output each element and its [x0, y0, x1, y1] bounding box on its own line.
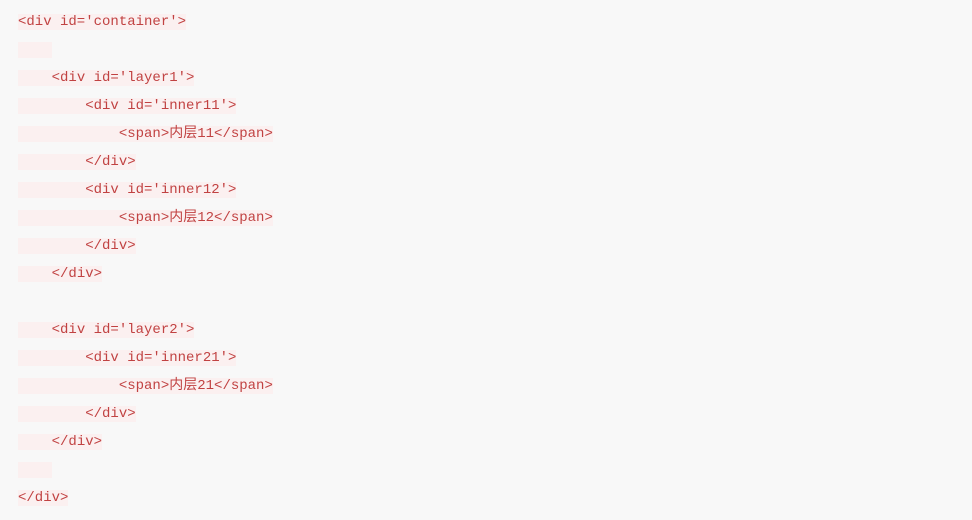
code-line: </div> — [18, 148, 954, 176]
code-text — [18, 98, 85, 114]
code-text — [18, 42, 52, 58]
code-text: </div> — [85, 154, 135, 170]
code-text — [18, 462, 52, 478]
code-line — [18, 288, 954, 316]
code-line: </div> — [18, 484, 954, 512]
code-line: <div id='inner11'> — [18, 92, 954, 120]
code-line: </div> — [18, 400, 954, 428]
code-text — [18, 266, 52, 282]
code-text — [18, 70, 52, 86]
code-line: <div id='layer2'> — [18, 316, 954, 344]
code-text: <span>内层21</span> — [119, 378, 273, 394]
code-line: <span>内层12</span> — [18, 204, 954, 232]
code-line: <div id='inner21'> — [18, 344, 954, 372]
code-text: <div id='container'> — [18, 14, 186, 30]
code-text: <span>内层12</span> — [119, 210, 273, 226]
code-text: </div> — [52, 266, 102, 282]
code-text: <div id='layer2'> — [52, 322, 195, 338]
code-line: </div> — [18, 260, 954, 288]
code-text: <span>内层11</span> — [119, 126, 273, 142]
code-text — [18, 126, 119, 142]
code-line: </div> — [18, 232, 954, 260]
code-line: </div> — [18, 428, 954, 456]
code-text: </div> — [18, 490, 68, 506]
code-text: </div> — [52, 434, 102, 450]
code-text: </div> — [85, 406, 135, 422]
code-text: <div id='inner12'> — [85, 182, 236, 198]
code-text — [18, 406, 85, 422]
code-line: <span>内层11</span> — [18, 120, 954, 148]
code-line: <div id='inner12'> — [18, 176, 954, 204]
code-text: <div id='layer1'> — [52, 70, 195, 86]
code-text: <div id='inner21'> — [85, 350, 236, 366]
code-text — [18, 210, 119, 226]
code-text — [18, 378, 119, 394]
code-line — [18, 456, 954, 484]
code-line: <div id='container'> — [18, 8, 954, 36]
code-line: <span>内层21</span> — [18, 372, 954, 400]
code-text — [18, 182, 85, 198]
code-text — [18, 154, 85, 170]
code-line: <div id='layer1'> — [18, 64, 954, 92]
code-line — [18, 36, 954, 64]
code-block: <div id='container'> <div id='layer1'> <… — [18, 8, 954, 512]
code-text: </div> — [85, 238, 135, 254]
code-text — [18, 350, 85, 366]
code-text — [18, 322, 52, 338]
code-text — [18, 238, 85, 254]
code-text: <div id='inner11'> — [85, 98, 236, 114]
code-text — [18, 434, 52, 450]
